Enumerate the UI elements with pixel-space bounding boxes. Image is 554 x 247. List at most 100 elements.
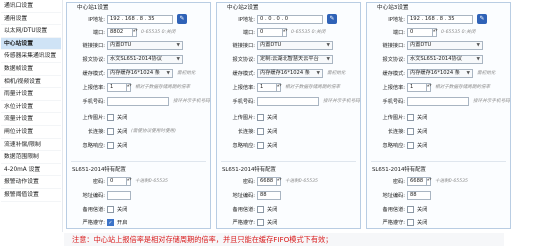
sidebar-item[interactable]: 报警阈值设置 — [1, 189, 61, 202]
sidebar-item[interactable]: 流量计设置 — [1, 113, 61, 126]
strict-compliance-checkbox[interactable] — [407, 219, 414, 226]
label-box: 忽略响应: — [217, 141, 256, 151]
chevron-down-icon: ▼ — [166, 71, 170, 76]
edit-icon[interactable]: ✎ — [327, 14, 337, 24]
ignore-response-checkbox[interactable] — [257, 142, 264, 149]
notice-text: 注意：中心站上报倍率是相对存储周期的倍率，并且只能在缓存FIFO模式下有效； — [64, 233, 504, 246]
ignore-response-checkbox[interactable] — [107, 142, 114, 149]
form-row: 缓存模式: 内存缓存16*1024 条 ▼ 需初始化 — [367, 69, 510, 79]
sidebar-item[interactable]: 通讯口设置 — [1, 0, 61, 13]
label-box: IP地址: — [217, 15, 255, 25]
panel-title: 中心站1设置 — [77, 5, 109, 11]
link-interface-select[interactable]: 内置DTU ▼ — [107, 41, 183, 50]
sidebar-item[interactable]: 通用设置 — [1, 13, 61, 26]
sidebar-item[interactable]: 传感器采集通讯设置 — [1, 50, 61, 63]
ip-address-input[interactable]: 192 . 168 . 8 . 35 — [107, 15, 173, 24]
strict-compliance-checkbox[interactable] — [257, 219, 264, 226]
edit-icon[interactable]: ✎ — [477, 14, 487, 24]
backup-channel-checkbox[interactable] — [107, 206, 114, 213]
upload-image-checkbox[interactable] — [407, 114, 414, 121]
backup-channel-text: 关闭 — [267, 207, 278, 213]
sidebar-item[interactable]: 以太网/DTU设置 — [1, 25, 61, 38]
chevron-down-icon: ▼ — [326, 43, 330, 48]
password-spinner[interactable]: ▲▼ — [126, 177, 132, 186]
label-box: 严格遵守: — [367, 218, 406, 228]
label-box: 长连接: — [67, 127, 105, 137]
label-box: 长连接: — [217, 127, 255, 137]
sidebar-item[interactable]: 闸位计设置 — [1, 126, 61, 139]
label-box: 备用信道: — [217, 205, 256, 215]
form-row: 备用信道: 关闭 — [67, 205, 210, 215]
field-label: 严格遵守: — [232, 220, 256, 226]
long-connection-checkbox[interactable] — [407, 128, 414, 135]
panel-title: 中心站3设置 — [377, 5, 409, 11]
sidebar-item[interactable]: 数据范围限制 — [1, 151, 61, 164]
sidebar-item[interactable]: 数据帧设置 — [1, 63, 61, 76]
sidebar-item[interactable]: 报警动作设置 — [1, 176, 61, 189]
form-row: 密码: 0 ▲▼ 十进制0-65535 — [67, 177, 210, 187]
field-label: IP地址: — [238, 17, 255, 23]
ip-address-input[interactable]: 0 . 0 . 0 . 0 — [257, 15, 323, 24]
form-row: 密码: 6688 ▲▼ 十进制0-65535 — [367, 177, 510, 187]
form-row: 上报倍率: 1 ▲▼ 相对于数据存储周期的倍率 — [217, 83, 360, 93]
long-connection-checkbox[interactable] — [257, 128, 264, 135]
ignore-response-checkbox[interactable] — [407, 142, 414, 149]
protocol-select[interactable]: 水文SL651-2014协议 ▼ — [407, 55, 483, 64]
port-spinner[interactable]: ▲▼ — [132, 28, 138, 37]
sidebar-item[interactable]: 流速补偿/限制 — [1, 139, 61, 152]
phone-input[interactable] — [257, 97, 319, 106]
edit-icon[interactable]: ✎ — [177, 14, 187, 24]
ip-address-input[interactable]: 192 . 168 . 8 . 35 — [407, 15, 473, 24]
phone-input[interactable] — [407, 97, 469, 106]
form-row: 上传图片: 关闭 — [217, 113, 360, 123]
phone-input[interactable] — [107, 97, 169, 106]
strict-compliance-checkbox[interactable]: ✓ — [107, 219, 114, 226]
long-connection-text: 关闭 — [267, 129, 278, 135]
port-spinner[interactable]: ▲▼ — [432, 28, 438, 37]
report-rate-spinner[interactable]: ▲▼ — [426, 83, 432, 92]
address-code-input[interactable]: 88 — [407, 191, 431, 200]
label-box: 地址编码: — [367, 191, 406, 201]
password-spinner[interactable]: ▲▼ — [276, 177, 282, 186]
sidebar-item[interactable]: 相机/视频设置 — [1, 76, 61, 89]
form-row: 上传图片: 关闭 — [367, 113, 510, 123]
protocol-select[interactable]: 定制:云湖北智慧天云平台 ▼ — [257, 55, 333, 64]
backup-channel-text: 关闭 — [417, 207, 428, 213]
sidebar-item[interactable]: 水位计设置 — [1, 101, 61, 114]
address-code-input[interactable]: 88 — [257, 191, 281, 200]
long-connection-text: 关闭 — [417, 129, 428, 135]
sidebar-item[interactable]: 中心站设置 — [1, 37, 61, 51]
label-box: 忽略响应: — [367, 141, 406, 151]
cache-mode-select[interactable]: 内存缓存16*1024 条 ▼ — [257, 69, 323, 78]
field-label: IP地址: — [88, 17, 105, 23]
long-connection-checkbox[interactable] — [107, 128, 114, 135]
link-interface-select[interactable]: 内置DTU ▼ — [257, 41, 333, 50]
link-interface-select[interactable]: 内置DTU ▼ — [407, 41, 483, 50]
protocol-select[interactable]: 水文SL651-2014协议 ▼ — [107, 55, 183, 64]
port-hint: 0-65535 0:关闭 — [141, 30, 176, 35]
label-box: 上报倍率: — [367, 83, 406, 93]
label-box: 长连接: — [367, 127, 405, 137]
backup-channel-checkbox[interactable] — [407, 206, 414, 213]
cache-mode-select[interactable]: 内存缓存16*1024 条 ▼ — [407, 69, 473, 78]
sidebar-item[interactable]: 雨量计设置 — [1, 88, 61, 101]
field-label: 手机号码: — [82, 99, 106, 105]
backup-channel-checkbox[interactable] — [257, 206, 264, 213]
port-spinner[interactable]: ▲▼ — [282, 28, 288, 37]
cache-hint: 需初始化 — [477, 71, 496, 76]
chevron-down-icon: ▼ — [176, 43, 180, 48]
form-row: 报文协议: 定制:云湖北智慧天云平台 ▼ — [217, 55, 360, 65]
form-row: 手机号码: 接环并示手机号码 — [367, 97, 510, 107]
upload-image-checkbox[interactable] — [257, 114, 264, 121]
sidebar-item[interactable]: 4-20mA 设置 — [1, 164, 61, 177]
label-box: 端口: — [67, 28, 105, 38]
report-rate-spinner[interactable]: ▲▼ — [126, 83, 132, 92]
report-rate-spinner[interactable]: ▲▼ — [276, 83, 282, 92]
password-spinner[interactable]: ▲▼ — [426, 177, 432, 186]
upload-image-checkbox[interactable] — [107, 114, 114, 121]
cache-mode-select[interactable]: 内存缓存16*1024 条 ▼ — [107, 69, 173, 78]
field-label: 端口: — [242, 30, 255, 36]
address-code-input[interactable] — [107, 191, 131, 200]
sidebar-divider — [62, 0, 63, 232]
field-label: 缓存模式: — [232, 71, 256, 77]
